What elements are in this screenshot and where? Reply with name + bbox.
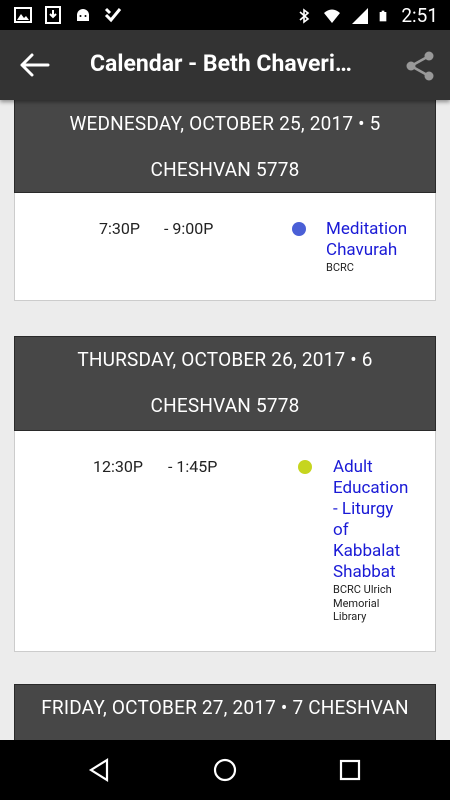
page-title: Calendar - Beth Chaveri… xyxy=(90,50,352,77)
event-location-line: BCRC Ulrich xyxy=(333,583,392,596)
day-header-hebrew-date xyxy=(15,730,435,740)
event-title-link[interactable]: Adult Education - Liturgy of Kabbalat Sh… xyxy=(333,457,408,583)
day-header-hebrew-date: CHESHVAN 5778 xyxy=(150,158,300,181)
gallery-icon xyxy=(14,7,32,23)
event-location: BCRC Ulrich Memorial Library xyxy=(333,583,392,624)
bluetooth-icon xyxy=(299,7,310,24)
day-header: FRIDAY, OCTOBER 27, 2017 • 7 CHESHVAN xyxy=(14,684,436,740)
system-nav-bar xyxy=(0,740,450,800)
event-color-dot xyxy=(292,222,306,236)
event-title-line: Adult xyxy=(333,457,373,477)
event-row[interactable]: 7:30P - 9:00P Meditation Chavurah BCRC xyxy=(14,193,436,301)
event-location-line: Memorial xyxy=(333,596,380,610)
event-title-link[interactable]: Meditation Chavurah xyxy=(326,219,407,261)
day-header-date: THURSDAY, OCTOBER 26, 2017 • 6 xyxy=(77,348,373,371)
battery-icon xyxy=(380,10,387,21)
event-start-time: 7:30P xyxy=(99,219,140,238)
event-title-line: of xyxy=(333,520,349,540)
home-circle-icon[interactable] xyxy=(212,757,238,783)
event-start-time: 12:30P xyxy=(93,457,143,476)
event-end-time: - 1:45P xyxy=(168,457,218,476)
event-location-line: Library xyxy=(333,610,367,623)
signal-icon xyxy=(352,7,369,24)
event-title-line: Kabbalat xyxy=(333,541,401,561)
day-header-date: FRIDAY, OCTOBER 27, 2017 • 7 CHESHVAN xyxy=(41,696,409,719)
event-location-line: BCRC xyxy=(326,261,354,274)
status-time: 2:51 xyxy=(401,4,438,27)
event-title-line: Meditation xyxy=(326,219,408,239)
event-title-line: Shabbat xyxy=(333,562,396,582)
check-icon xyxy=(104,7,122,23)
day-card: FRIDAY, OCTOBER 27, 2017 • 7 CHESHVAN xyxy=(14,684,436,740)
event-title-line: - Liturgy xyxy=(333,499,394,519)
day-header-hebrew-date: CHESHVAN 5778 xyxy=(150,394,300,417)
event-location: BCRC xyxy=(326,261,354,275)
event-title-line: Education xyxy=(333,478,409,498)
wifi-icon xyxy=(324,9,341,23)
day-card: THURSDAY, OCTOBER 26, 2017 • 6 CHESHVAN … xyxy=(14,336,436,652)
event-end-time: - 9:00P xyxy=(164,219,214,238)
event-title-line: Chavurah xyxy=(326,240,398,260)
status-bar: 2:51 xyxy=(0,0,450,30)
share-icon[interactable] xyxy=(404,50,436,82)
event-row[interactable]: 12:30P - 1:45P Adult Education - Liturgy… xyxy=(14,431,436,652)
day-card: WEDNESDAY, OCTOBER 25, 2017 • 5 CHESHVAN… xyxy=(14,100,436,301)
download-icon xyxy=(45,6,61,24)
android-icon xyxy=(77,9,89,21)
arrow-back-icon[interactable] xyxy=(18,50,52,80)
day-header: THURSDAY, OCTOBER 26, 2017 • 6 CHESHVAN … xyxy=(14,336,436,431)
calendar-list[interactable]: WEDNESDAY, OCTOBER 25, 2017 • 5 CHESHVAN… xyxy=(0,100,450,740)
recents-square-icon[interactable] xyxy=(337,757,363,783)
event-color-dot xyxy=(298,460,312,474)
app-bar: Calendar - Beth Chaveri… xyxy=(0,30,450,100)
day-header: WEDNESDAY, OCTOBER 25, 2017 • 5 CHESHVAN… xyxy=(14,100,436,193)
day-header-date: WEDNESDAY, OCTOBER 25, 2017 • 5 xyxy=(69,112,381,135)
back-triangle-icon[interactable] xyxy=(87,757,113,783)
